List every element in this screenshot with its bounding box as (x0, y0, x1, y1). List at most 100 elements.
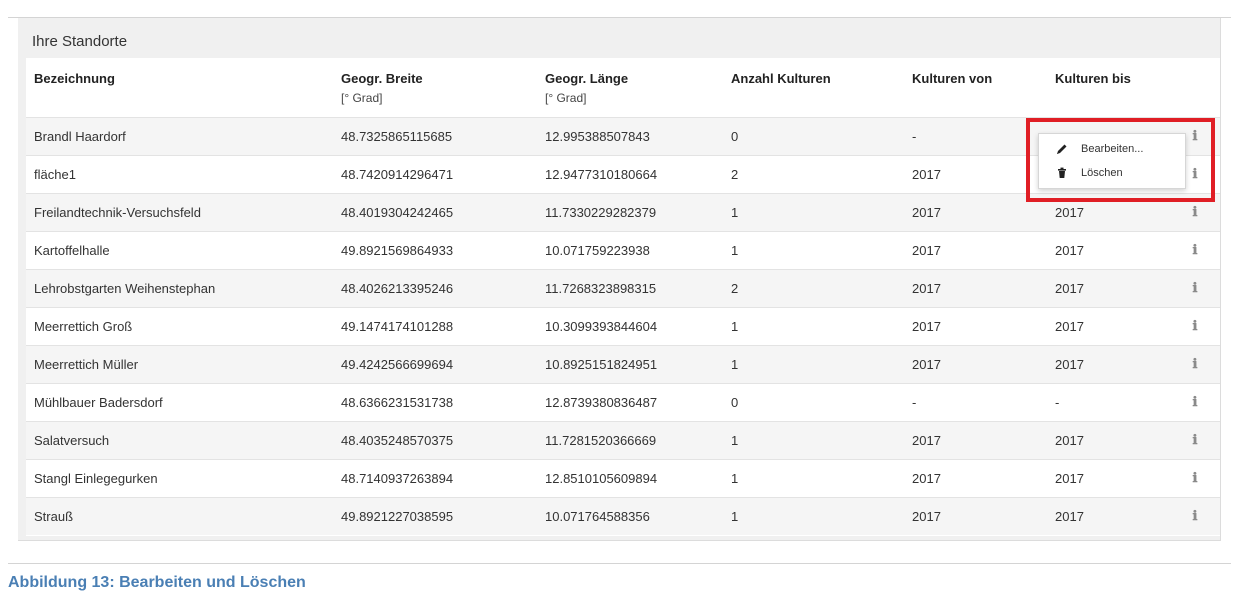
table-row[interactable]: Meerrettich Groß 49.1474174101288 10.30993… (26, 307, 1220, 345)
trash-icon (1055, 166, 1069, 180)
info-icon[interactable]: ℹ (1188, 355, 1202, 375)
cell-count: 1 (731, 471, 739, 486)
info-icon[interactable]: ℹ (1188, 241, 1202, 261)
cell-count: 0 (731, 129, 739, 144)
header-name[interactable]: Bezeichnung (34, 71, 115, 86)
cell-lon: 10.8925151824951 (545, 357, 658, 372)
locations-table: Bezeichnung Geogr. Breite [° Grad] Geogr… (26, 58, 1220, 536)
menu-item-delete-label: Löschen (1081, 167, 1123, 179)
cell-lat: 48.4035248570375 (341, 433, 454, 448)
cell-lat: 49.8921569864933 (341, 243, 454, 258)
cell-from: 2017 (912, 319, 941, 334)
cell-to: 2017 (1055, 319, 1084, 334)
table-row[interactable]: Freilandtechnik-Versuchsfeld 48.401930424… (26, 193, 1220, 231)
cell-lon: 12.8739380836487 (545, 395, 658, 410)
info-icon[interactable]: ℹ (1188, 393, 1202, 413)
cell-lon: 12.995388507843 (545, 129, 650, 144)
cell-lat: 49.8921227038595 (341, 509, 454, 524)
table-row[interactable]: Stangl Einlegegurken 48.7140937263894 12.8… (26, 459, 1220, 497)
cell-from: 2017 (912, 243, 941, 258)
table-row[interactable]: Mühlbauer Badersdorf 48.6366231531738 12.8… (26, 383, 1220, 421)
cell-count: 1 (731, 357, 739, 372)
info-icon[interactable]: ℹ (1188, 507, 1202, 527)
cell-count: 2 (731, 167, 739, 182)
header-lon[interactable]: Geogr. Länge (545, 71, 628, 86)
cell-lon: 10.3099393844604 (545, 319, 658, 334)
cell-name: Meerrettich Müller (34, 357, 139, 372)
cell-to: 2017 (1055, 243, 1084, 258)
cell-name: Strauß (34, 509, 74, 524)
cell-name: Freilandtechnik-Versuchsfeld (34, 205, 201, 220)
cell-lat: 48.7140937263894 (341, 471, 454, 486)
cell-count: 0 (731, 395, 739, 410)
info-icon[interactable]: ℹ (1188, 279, 1202, 299)
cell-from: 2017 (912, 433, 941, 448)
cell-count: 1 (731, 319, 739, 334)
cell-lat: 48.7420914296471 (341, 167, 454, 182)
header-lon-unit: [° Grad] (545, 91, 587, 105)
info-icon[interactable]: ℹ (1188, 317, 1202, 337)
cell-from: 2017 (912, 509, 941, 524)
bottom-divider (8, 563, 1231, 564)
header-lat[interactable]: Geogr. Breite (341, 71, 423, 86)
cell-lon: 10.071764588356 (545, 509, 650, 524)
info-icon[interactable]: ℹ (1188, 469, 1202, 489)
cell-count: 1 (731, 243, 739, 258)
cell-lat: 48.4026213395246 (341, 281, 454, 296)
cell-to: 2017 (1055, 433, 1084, 448)
cell-from: 2017 (912, 357, 941, 372)
cell-name: Salatversuch (34, 433, 110, 448)
cell-from: - (912, 129, 917, 144)
table-row[interactable]: Strauß 49.8921227038595 10.071764588356 1 20… (26, 497, 1220, 535)
cell-name: Brandl Haardorf (34, 129, 126, 144)
cell-to: 2017 (1055, 357, 1084, 372)
cell-lon: 11.7281520366669 (545, 433, 657, 448)
table-row[interactable]: Kartoffelhalle 49.8921569864933 10.0717592… (26, 231, 1220, 269)
menu-item-edit[interactable]: Bearbeiten... (1039, 138, 1185, 162)
info-icon[interactable]: ℹ (1188, 431, 1202, 451)
info-icon[interactable]: ℹ (1188, 127, 1202, 147)
figure-caption: Abbildung 13: Bearbeiten und Löschen (8, 574, 306, 591)
header-count[interactable]: Anzahl Kulturen (731, 71, 831, 86)
cell-count: 1 (731, 509, 739, 524)
pencil-icon (1055, 142, 1069, 156)
cell-from: 2017 (912, 167, 941, 182)
cell-count: 1 (731, 205, 739, 220)
cell-name: Meerrettich Groß (34, 319, 133, 334)
cell-name: Stangl Einlegegurken (34, 471, 158, 486)
cell-from: - (912, 395, 917, 410)
table-row[interactable]: Lehrobstgarten Weihenstephan 48.402621339… (26, 269, 1220, 307)
cell-to: - (1055, 395, 1060, 410)
cell-to: 2017 (1055, 281, 1084, 296)
cell-name: Kartoffelhalle (34, 243, 110, 258)
header-to[interactable]: Kulturen bis (1055, 71, 1131, 86)
cell-from: 2017 (912, 281, 941, 296)
cell-lon: 11.7330229282379 (545, 205, 657, 220)
cell-from: 2017 (912, 205, 941, 220)
cell-lon: 10.071759223938 (545, 243, 650, 258)
info-icon[interactable]: ℹ (1188, 165, 1202, 185)
cell-name: Lehrobstgarten Weihenstephan (34, 281, 216, 296)
cell-count: 1 (731, 433, 739, 448)
cell-lat: 49.1474174101288 (341, 319, 454, 334)
cell-to: 2017 (1055, 509, 1084, 524)
table-row[interactable]: Meerrettich Müller 49.4242566699694 10.892… (26, 345, 1220, 383)
cell-lat: 48.6366231531738 (341, 395, 454, 410)
cell-to: 2017 (1055, 205, 1084, 220)
header-from[interactable]: Kulturen von (912, 71, 992, 86)
cell-to: 2017 (1055, 471, 1084, 486)
cell-lon: 12.9477310180664 (545, 167, 658, 182)
menu-item-delete[interactable]: Löschen (1039, 162, 1185, 186)
cell-lon: 12.8510105609894 (545, 471, 658, 486)
cell-name: fläche1 (34, 167, 76, 182)
cell-lat: 49.4242566699694 (341, 357, 454, 372)
panel-title: Ihre Standorte (32, 33, 128, 50)
cell-name: Mühlbauer Badersdorf (34, 395, 163, 410)
header-lat-unit: [° Grad] (341, 91, 383, 105)
cell-lon: 11.7268323898315 (545, 281, 657, 296)
table-row[interactable]: Salatversuch 48.4035248570375 11.728152036… (26, 421, 1220, 459)
info-icon[interactable]: ℹ (1188, 203, 1202, 223)
cell-lat: 48.7325865115685 (341, 129, 453, 144)
locations-panel: Ihre Standorte Bezeichnung Geogr. Breite… (18, 18, 1221, 541)
table-header-row: Bezeichnung Geogr. Breite [° Grad] Geogr… (26, 58, 1220, 117)
